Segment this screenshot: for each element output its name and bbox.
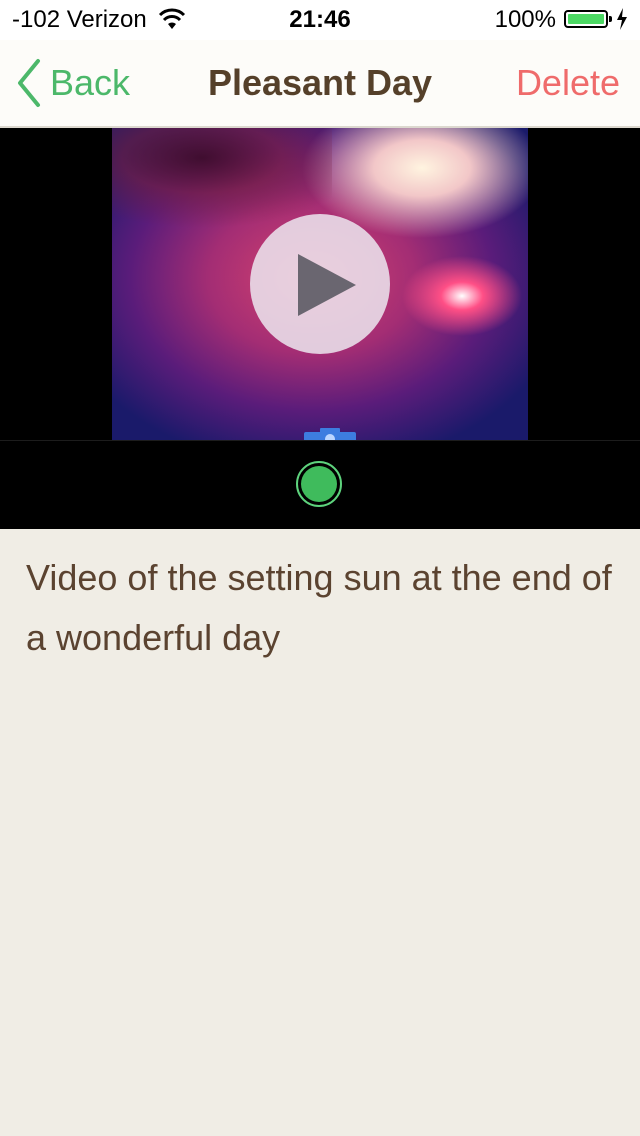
camera-icon [304,428,356,440]
status-bar: -102 Verizon 21:46 100% [0,0,640,40]
play-icon [298,254,356,316]
record-dot-icon[interactable] [296,461,342,507]
note-description: Video of the setting sun at the end of a… [26,557,612,658]
battery-icon [564,10,612,28]
navigation-bar: Back Pleasant Day Delete [0,40,640,128]
charging-bolt-icon [617,8,627,30]
video-control-strip [0,440,640,529]
battery-percent: 100% [494,6,556,33]
video-player[interactable] [0,128,640,440]
battery-fill [568,14,604,24]
play-button[interactable] [250,214,390,354]
delete-button[interactable]: Delete [516,62,620,104]
